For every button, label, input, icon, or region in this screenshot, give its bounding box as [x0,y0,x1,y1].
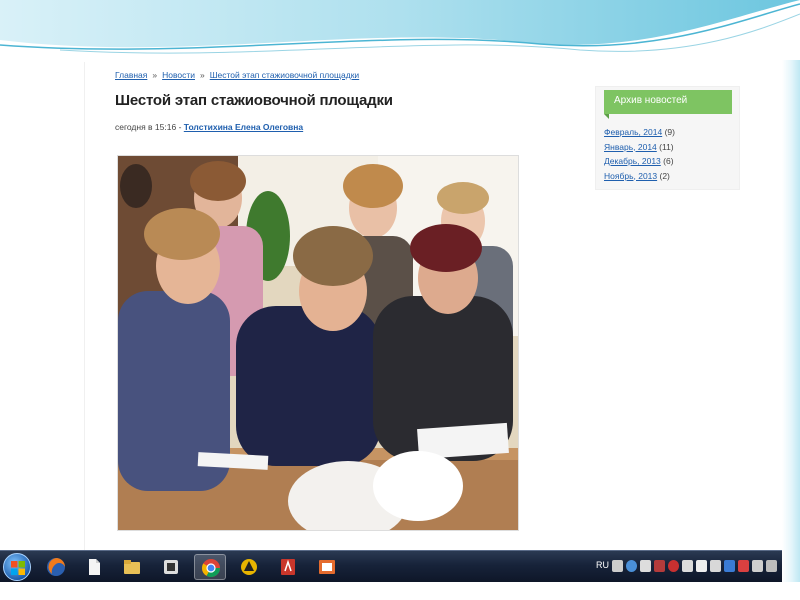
article-photo [117,155,519,531]
article-date: сегодня в 15:16 [115,122,177,132]
taskbar-word[interactable] [272,554,304,580]
meta-separator: - [178,122,182,132]
author-link[interactable]: Толстихина Елена Олеговна [184,122,303,132]
list-item: Январь, 2014 (11) [604,142,675,157]
bottom-strip [0,582,800,600]
archive-count: (2) [659,170,670,181]
windows-logo-icon [11,561,25,575]
article-meta: сегодня в 15:16 - Толстихина Елена Олего… [115,122,303,132]
list-item: Ноябрь, 2013 (2) [604,171,675,186]
language-indicator[interactable]: RU [596,560,609,570]
web-page: Главная » Новости » Шестой этап стажиовочной… [84,62,782,550]
tray-flag-icon[interactable] [612,560,623,572]
presentation-icon [319,560,335,574]
breadcrumb-current-link[interactable]: Шестой этап стажиовочной площадки [210,70,359,80]
tray-device-icon[interactable] [696,560,707,572]
taskbar-media-player[interactable] [155,554,187,580]
chrome-icon [202,559,220,578]
taskbar-chrome[interactable] [194,554,226,580]
folder-icon [124,560,140,574]
taskbar-app[interactable] [233,554,265,580]
start-button[interactable] [3,553,31,581]
word-icon [281,559,295,575]
taskbar-firefox[interactable] [40,554,72,580]
breadcrumb-news-link[interactable]: Новости [162,70,195,80]
tray-update-icon[interactable] [668,560,679,572]
archive-count: (9) [664,127,675,137]
breadcrumb-separator: » [152,70,158,80]
app-icon [241,559,257,575]
tray-volume-icon[interactable] [752,560,763,572]
archive-link-dec-2013[interactable]: Декабрь, 2013 [604,156,661,166]
header-wave-decoration [0,0,800,62]
page-title: Шестой этап стажиовочной площадки [115,92,393,109]
photo-illustration [118,156,518,530]
firefox-icon [47,558,65,576]
archive-link-feb-2014[interactable]: Февраль, 2014 [604,127,662,137]
taskbar-presentation[interactable] [311,554,343,580]
archive-count: (11) [659,141,674,152]
tray-bluetooth-icon[interactable] [724,560,735,572]
right-decoration-bar [782,60,800,600]
archive-list: Февраль, 2014 (9) Январь, 2014 (11) Дека… [604,127,675,185]
archive-link-nov-2013[interactable]: Ноябрь, 2013 [604,171,657,181]
archive-header: Архив новостей [604,90,732,119]
archive-link-jan-2014[interactable]: Январь, 2014 [604,142,657,152]
tray-antivirus-icon[interactable] [654,560,665,572]
tray-security-icon[interactable] [738,560,749,572]
taskbar-file[interactable] [78,554,110,580]
tray-power-icon[interactable] [766,560,777,572]
file-icon [89,559,100,575]
windows-taskbar: RU [0,550,782,582]
media-player-icon [164,560,178,574]
tray-signal-icon[interactable] [710,560,721,572]
tray-help-icon[interactable] [626,560,637,572]
breadcrumb: Главная » Новости » Шестой этап стажиовочной… [115,70,359,80]
list-item: Февраль, 2014 (9) [604,127,675,142]
taskbar-folder[interactable] [116,554,148,580]
tray-network-icon[interactable] [682,560,693,572]
news-archive-widget: Архив новостей Февраль, 2014 (9) Январь,… [595,86,740,190]
breadcrumb-home-link[interactable]: Главная [115,70,147,80]
breadcrumb-separator: » [200,70,205,80]
list-item: Декабрь, 2013 (6) [604,156,675,171]
archive-count: (6) [663,156,674,166]
tray-app-icon[interactable] [640,560,651,572]
